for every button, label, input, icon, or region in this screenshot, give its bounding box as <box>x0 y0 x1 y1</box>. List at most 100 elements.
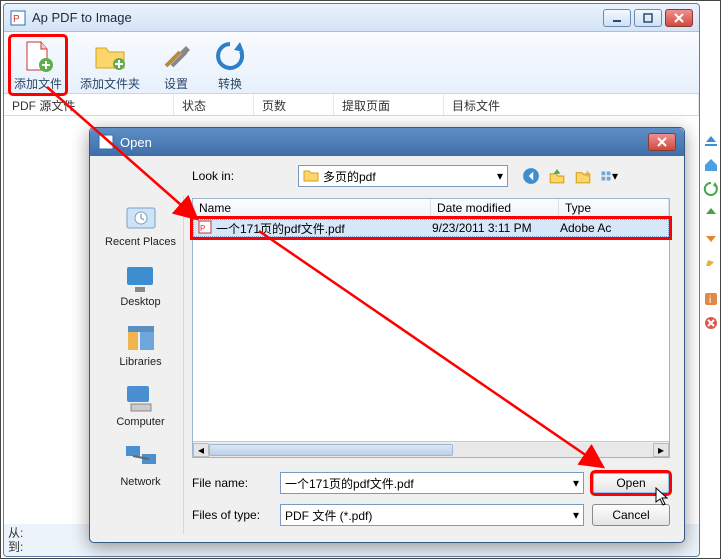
edit-icon[interactable] <box>703 253 719 269</box>
cancel-button-label: Cancel <box>612 508 649 522</box>
place-computer-label: Computer <box>116 416 164 428</box>
file-row-selected[interactable]: P 一个171页的pdf文件.pdf 9/23/2011 3:11 PM Ado… <box>193 219 669 237</box>
convert-icon <box>212 38 248 74</box>
info-icon[interactable]: i <box>703 291 719 307</box>
settings-icon <box>158 38 194 74</box>
status-bar: 从: 到: <box>8 526 23 554</box>
open-button[interactable]: Open <box>592 472 670 494</box>
up-one-level-icon[interactable] <box>548 167 566 185</box>
scroll-left-button[interactable]: ◂ <box>193 443 209 457</box>
close-button[interactable] <box>665 9 693 27</box>
lookin-value: 多页的pdf <box>323 168 376 185</box>
filename-input[interactable]: 一个171页的pdf文件.pdf ▾ <box>280 472 584 494</box>
app-icon: P <box>10 10 26 26</box>
chevron-down-icon: ▾ <box>497 169 503 183</box>
toolbar: 添加文件 添加文件夹 设置 转换 <box>4 32 699 94</box>
desktop-icon <box>122 262 158 294</box>
col-status[interactable]: 状态 <box>174 94 254 115</box>
window-title: Ap PDF to Image <box>32 10 603 25</box>
place-desktop-label: Desktop <box>120 296 160 308</box>
filetype-value: PDF 文件 (*.pdf) <box>285 507 372 524</box>
lookin-combo[interactable]: 多页的pdf ▾ <box>298 165 508 187</box>
col-target[interactable]: 目标文件 <box>444 94 699 115</box>
scroll-right-button[interactable]: ▸ <box>653 443 669 457</box>
arrow-up-icon[interactable] <box>703 205 719 221</box>
svg-text:P: P <box>200 224 205 233</box>
window-controls <box>603 9 693 27</box>
minimize-button[interactable] <box>603 9 631 27</box>
refresh-icon[interactable] <box>703 181 719 197</box>
chevron-down-icon: ▾ <box>573 476 579 490</box>
new-folder-icon[interactable] <box>574 167 592 185</box>
cancel-button[interactable]: Cancel <box>592 504 670 526</box>
dialog-nav-icons: ▾ <box>522 167 618 185</box>
svg-text:i: i <box>709 295 711 306</box>
computer-icon <box>122 382 158 414</box>
titlebar: P Ap PDF to Image <box>4 4 699 32</box>
maximize-button[interactable] <box>634 9 662 27</box>
filename-label: File name: <box>192 476 272 490</box>
status-from: 从: <box>8 526 23 540</box>
dialog-title: Open <box>120 135 648 150</box>
col-extract[interactable]: 提取页面 <box>334 94 444 115</box>
place-network[interactable]: Network <box>118 438 162 498</box>
recent-places-icon <box>123 202 159 234</box>
toolbar-convert-label: 转换 <box>218 75 242 92</box>
scroll-top-icon[interactable] <box>703 133 719 149</box>
horizontal-scrollbar[interactable]: ◂ ▸ <box>193 441 669 457</box>
scroll-thumb[interactable] <box>209 444 453 456</box>
toolbar-settings[interactable]: 设置 <box>154 36 198 94</box>
open-dialog: Open Look in: 多页的pdf ▾ ▾ Recent Places <box>89 127 685 543</box>
place-recent[interactable]: Recent Places <box>103 198 178 258</box>
file-type: Adobe Ac <box>560 221 668 235</box>
folder-icon <box>303 168 319 185</box>
home-icon[interactable] <box>703 157 719 173</box>
filename-value: 一个171页的pdf文件.pdf <box>285 475 414 492</box>
place-computer[interactable]: Computer <box>114 378 166 438</box>
dialog-body: Look in: 多页的pdf ▾ ▾ Recent Places Deskto <box>98 162 676 534</box>
toolbar-settings-label: 设置 <box>164 75 188 92</box>
back-icon[interactable] <box>522 167 540 185</box>
filetype-select[interactable]: PDF 文件 (*.pdf) ▾ <box>280 504 584 526</box>
place-desktop[interactable]: Desktop <box>118 258 162 318</box>
filehead-type[interactable]: Type <box>559 199 669 218</box>
side-toolstrip: i <box>702 3 720 555</box>
toolbar-add-folder-label: 添加文件夹 <box>80 75 140 92</box>
place-libraries-label: Libraries <box>119 356 161 368</box>
filehead-date[interactable]: Date modified <box>431 199 559 218</box>
status-to: 到: <box>8 540 23 554</box>
filehead-name[interactable]: Name <box>193 199 431 218</box>
view-menu-icon[interactable]: ▾ <box>600 167 618 185</box>
places-bar: Recent Places Desktop Libraries Computer… <box>98 196 184 534</box>
add-file-icon <box>20 38 56 74</box>
network-icon <box>123 442 159 474</box>
svg-text:P: P <box>13 14 20 25</box>
pdf-file-icon: P <box>198 220 212 237</box>
col-pages[interactable]: 页数 <box>254 94 334 115</box>
filetype-label: Files of type: <box>192 508 272 522</box>
file-list-header: Name Date modified Type <box>193 199 669 219</box>
lookin-label: Look in: <box>192 169 244 183</box>
scroll-track[interactable] <box>209 443 653 457</box>
libraries-icon <box>123 322 159 354</box>
dialog-titlebar: Open <box>90 128 684 156</box>
arrow-down-icon[interactable] <box>703 229 719 245</box>
dialog-close-button[interactable] <box>648 133 676 151</box>
dialog-icon <box>98 134 114 150</box>
file-date: 9/23/2011 3:11 PM <box>432 221 560 235</box>
place-libraries[interactable]: Libraries <box>117 318 163 378</box>
open-button-label: Open <box>616 476 645 490</box>
toolbar-add-file-label: 添加文件 <box>14 75 62 92</box>
toolbar-convert[interactable]: 转换 <box>208 36 252 94</box>
file-name: 一个171页的pdf文件.pdf <box>216 220 345 237</box>
delete-icon[interactable] <box>703 315 719 331</box>
place-recent-label: Recent Places <box>105 236 176 248</box>
column-header-bar: PDF 源文件 状态 页数 提取页面 目标文件 <box>4 94 699 116</box>
place-network-label: Network <box>120 476 160 488</box>
toolbar-add-file[interactable]: 添加文件 <box>10 36 66 94</box>
col-source[interactable]: PDF 源文件 <box>4 94 174 115</box>
file-list[interactable]: Name Date modified Type P 一个171页的pdf文件.p… <box>192 198 670 458</box>
add-folder-icon <box>92 38 128 74</box>
chevron-down-icon: ▾ <box>573 508 579 522</box>
toolbar-add-folder[interactable]: 添加文件夹 <box>76 36 144 94</box>
